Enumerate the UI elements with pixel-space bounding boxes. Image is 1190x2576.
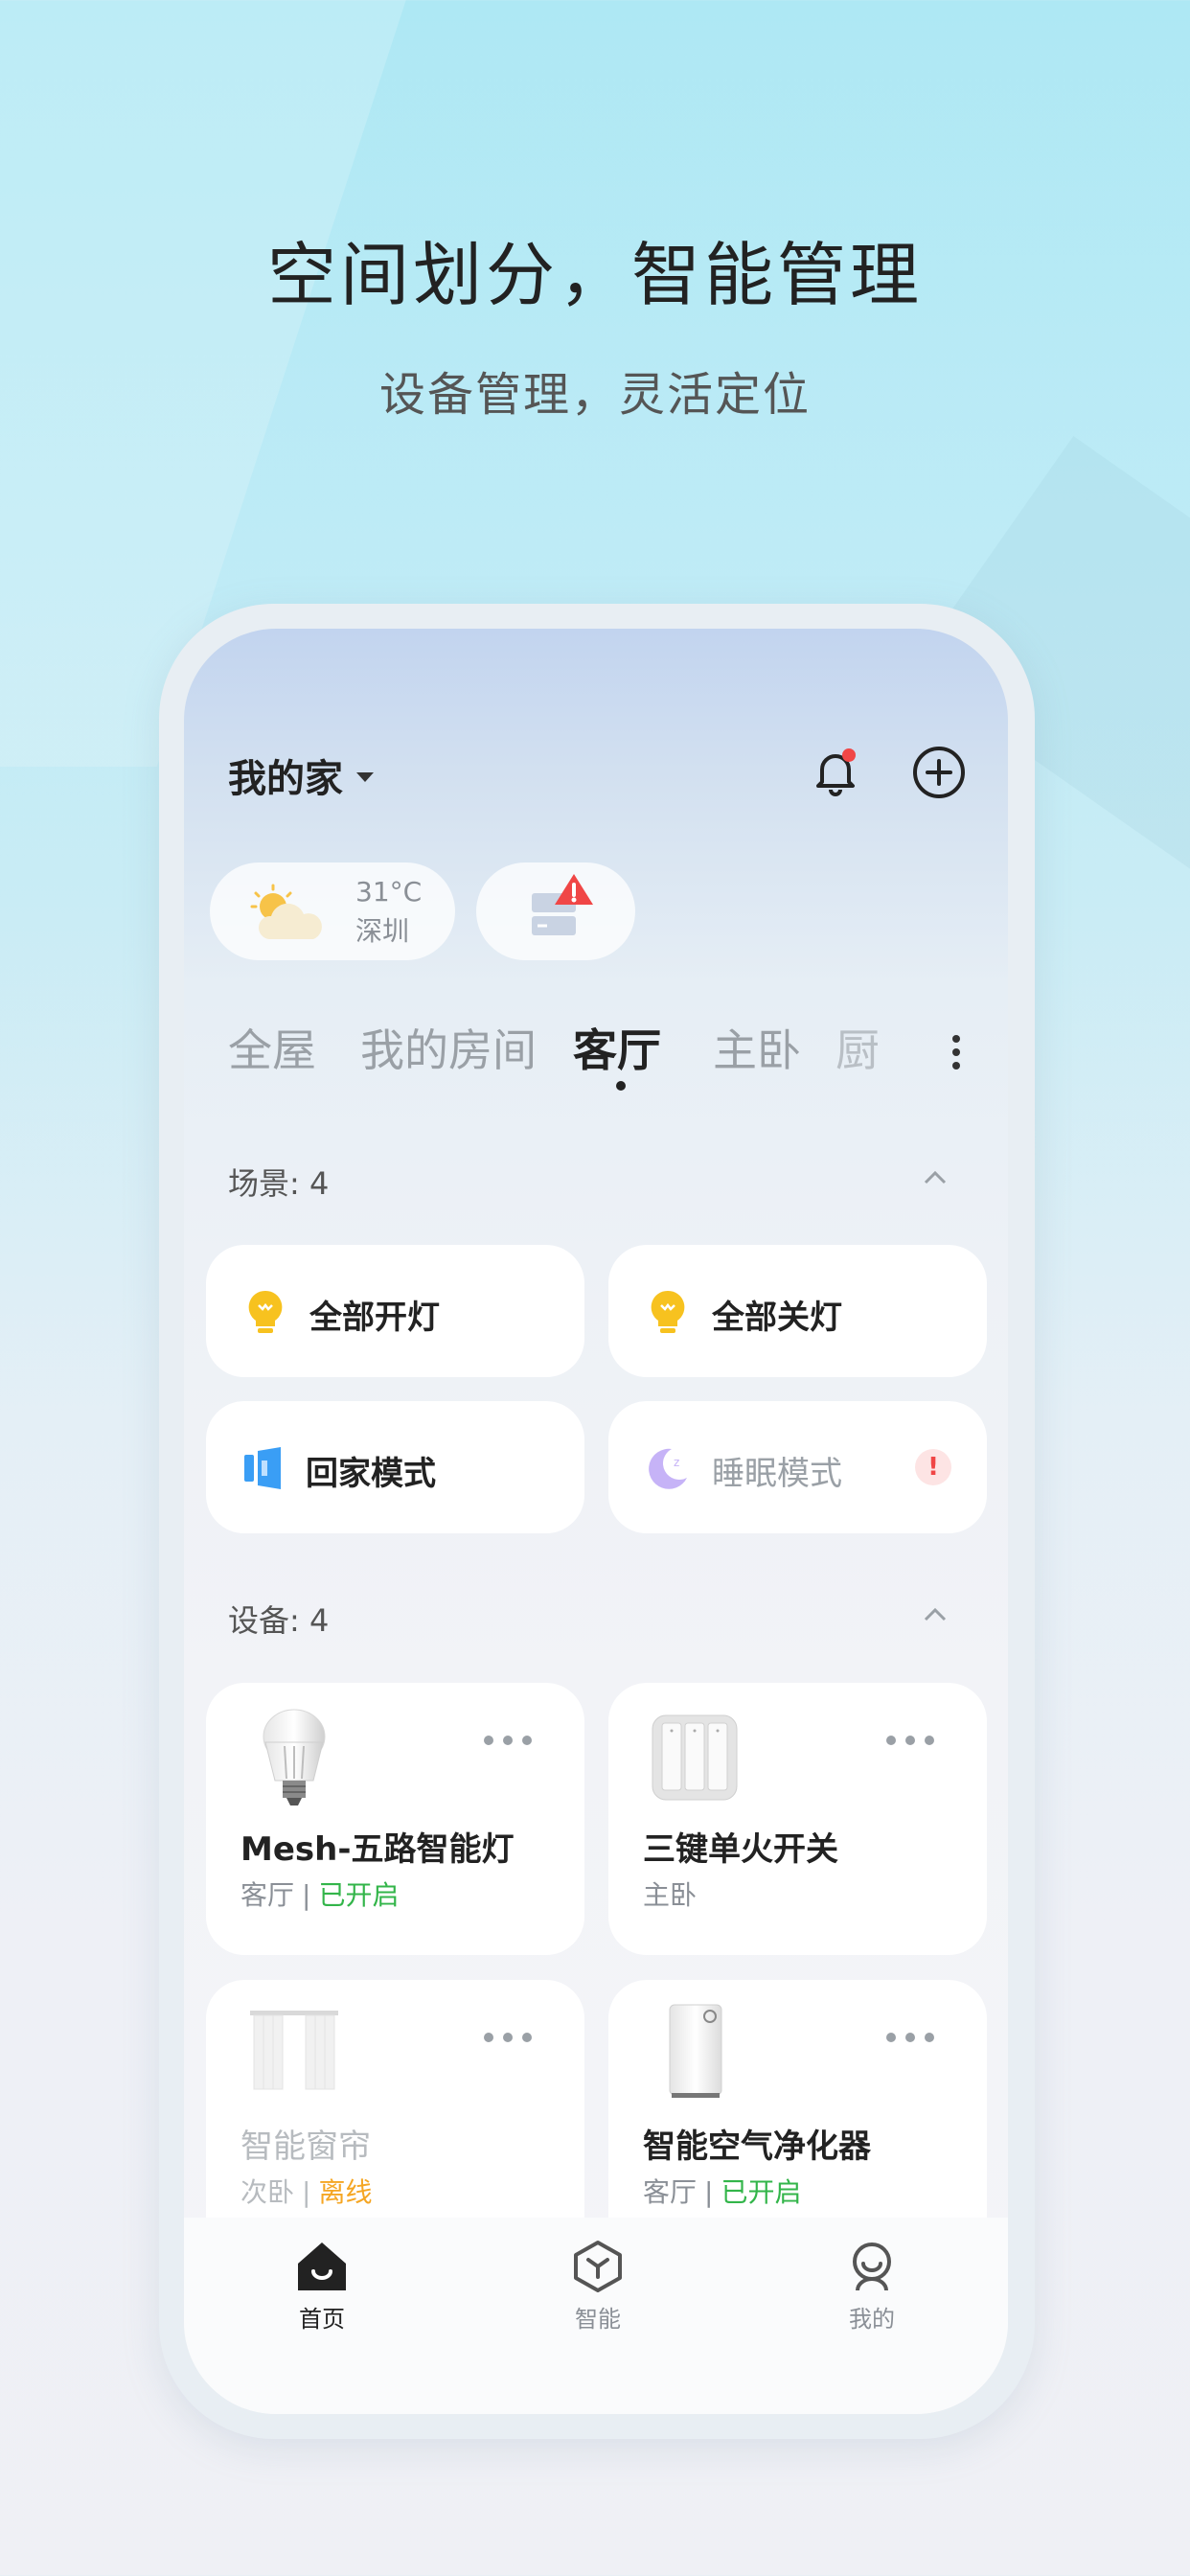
smart-hex-icon bbox=[574, 2241, 622, 2292]
more-horizontal-icon[interactable] bbox=[483, 1735, 533, 1746]
home-icon bbox=[298, 2242, 346, 2290]
nav-label: 我的 bbox=[849, 2306, 895, 2333]
tab-master-bedroom[interactable]: 主卧 bbox=[713, 1016, 801, 1079]
device-meta: 主卧 bbox=[643, 1874, 697, 1913]
server-alert-icon bbox=[532, 874, 593, 935]
partly-cloudy-icon bbox=[250, 884, 322, 939]
device-room: 客厅 bbox=[240, 1879, 295, 1911]
scene-alert-badge[interactable]: ! bbox=[915, 1449, 951, 1485]
svg-text:z: z bbox=[674, 1456, 679, 1469]
scenes-count-label: 场景: 4 bbox=[228, 1165, 330, 1202]
add-circle-icon[interactable] bbox=[910, 744, 968, 801]
device-room: 客厅 bbox=[643, 2176, 698, 2208]
more-horizontal-icon[interactable] bbox=[885, 1735, 935, 1746]
scene-card-all-lights-off[interactable]: 全部关灯 bbox=[608, 1245, 987, 1377]
device-status: 已开启 bbox=[318, 1879, 400, 1911]
scene-label: 回家模式 bbox=[306, 1455, 436, 1493]
notification-dot bbox=[842, 748, 856, 762]
more-vertical-icon[interactable] bbox=[950, 1033, 962, 1071]
collapse-scenes-icon[interactable] bbox=[922, 1167, 949, 1186]
bulb-icon bbox=[248, 1290, 283, 1333]
scene-label: 全部开灯 bbox=[309, 1299, 440, 1337]
device-meta: 客厅 | 已开启 bbox=[643, 2172, 801, 2210]
caret-down-icon bbox=[356, 772, 374, 782]
app-screen: 我的家 31°C 深圳 全屋 我的房间 客厅 主卧 厨 场景: 4 全部开灯 全… bbox=[184, 629, 1008, 2414]
more-horizontal-icon[interactable] bbox=[885, 2032, 935, 2043]
weather-city: 深圳 bbox=[355, 915, 410, 947]
wall-switch-device-icon bbox=[652, 1714, 738, 1801]
device-name: Mesh-五路智能灯 bbox=[240, 1830, 515, 1869]
collapse-devices-icon[interactable] bbox=[922, 1604, 949, 1623]
tab-living-room[interactable]: 客厅 bbox=[573, 1016, 661, 1079]
hero-subtitle: 设备管理，灵活定位 bbox=[378, 368, 811, 422]
device-card-mesh-light[interactable]: Mesh-五路智能灯 客厅 | 已开启 bbox=[206, 1683, 584, 1955]
scene-label: 睡眠模式 bbox=[712, 1455, 842, 1493]
device-alert-chip[interactable] bbox=[476, 862, 635, 960]
active-tab-indicator bbox=[616, 1081, 626, 1091]
device-room: 主卧 bbox=[643, 1879, 698, 1911]
scene-label: 全部关灯 bbox=[712, 1299, 842, 1337]
device-card-triple-switch[interactable]: 三键单火开关 主卧 bbox=[608, 1683, 987, 1955]
air-purifier-device-icon bbox=[669, 2004, 722, 2098]
device-name: 智能空气净化器 bbox=[643, 2128, 871, 2166]
meta-separator: | bbox=[704, 2176, 714, 2208]
device-name: 智能窗帘 bbox=[240, 2128, 371, 2166]
device-status: 离线 bbox=[318, 2176, 373, 2208]
curtain-device-icon bbox=[250, 2011, 338, 2090]
nav-home[interactable]: 首页 bbox=[264, 2239, 379, 2334]
home-selector[interactable]: 我的家 bbox=[228, 748, 374, 803]
scene-card-home-mode[interactable]: 回家模式 bbox=[206, 1401, 584, 1533]
bell-icon[interactable] bbox=[807, 744, 864, 801]
room-tabs: 全屋 我的房间 客厅 主卧 厨 bbox=[228, 1016, 956, 1092]
nav-label: 智能 bbox=[575, 2306, 621, 2333]
home-name: 我的家 bbox=[228, 757, 343, 801]
nav-smart[interactable]: 智能 bbox=[540, 2239, 655, 2334]
tab-my-rooms[interactable]: 我的房间 bbox=[360, 1016, 537, 1079]
moon-icon: z bbox=[649, 1448, 687, 1489]
nav-profile[interactable]: 我的 bbox=[814, 2239, 929, 2334]
device-meta: 客厅 | 已开启 bbox=[240, 1874, 399, 1913]
meta-separator: | bbox=[302, 2176, 311, 2208]
light-bulb-device-icon bbox=[263, 1709, 326, 1806]
scene-card-sleep-mode[interactable]: z 睡眠模式 ! bbox=[608, 1401, 987, 1533]
bottom-nav: 首页 智能 我的 bbox=[184, 2218, 1008, 2414]
door-icon bbox=[244, 1447, 281, 1489]
device-name: 三键单火开关 bbox=[643, 1830, 838, 1869]
nav-label: 首页 bbox=[299, 2306, 345, 2333]
device-room: 次卧 bbox=[240, 2176, 295, 2208]
hero-title: 空间划分，智能管理 bbox=[266, 235, 923, 315]
weather-temperature: 31°C bbox=[355, 876, 423, 908]
device-status: 已开启 bbox=[721, 2176, 802, 2208]
more-horizontal-icon[interactable] bbox=[483, 2032, 533, 2043]
scene-card-all-lights-on[interactable]: 全部开灯 bbox=[206, 1245, 584, 1377]
device-meta: 次卧 | 离线 bbox=[240, 2172, 372, 2210]
weather-chip[interactable]: 31°C 深圳 bbox=[210, 862, 455, 960]
tab-kitchen[interactable]: 厨 bbox=[835, 1016, 887, 1079]
meta-separator: | bbox=[302, 1879, 311, 1911]
bulb-icon bbox=[651, 1290, 685, 1333]
devices-count-label: 设备: 4 bbox=[228, 1602, 330, 1639]
profile-icon bbox=[853, 2242, 891, 2291]
tab-whole-house[interactable]: 全屋 bbox=[228, 1016, 316, 1079]
